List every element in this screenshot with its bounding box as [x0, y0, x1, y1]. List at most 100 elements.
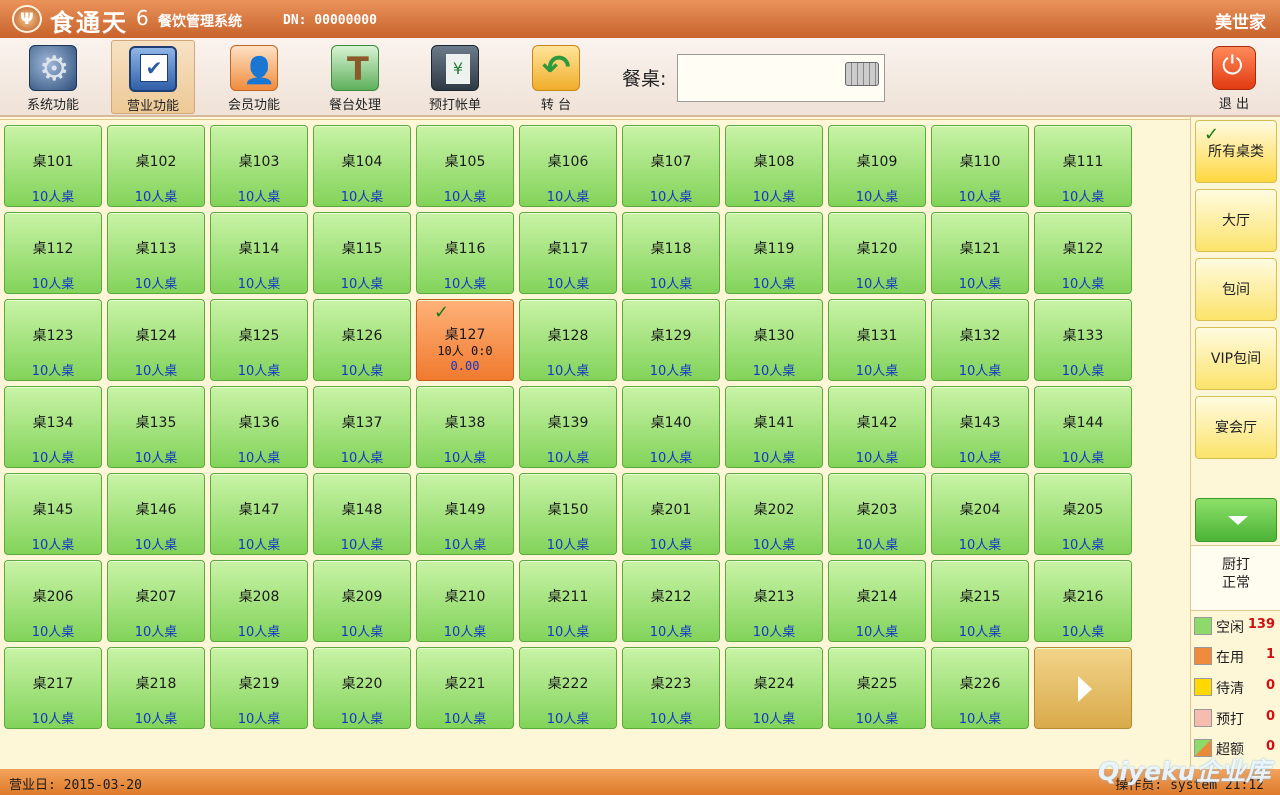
- category-all-tables-button[interactable]: ✓ 所有桌类: [1195, 120, 1277, 183]
- table-tile[interactable]: 桌212 10人桌: [622, 560, 720, 642]
- category-banquet-hall-button[interactable]: 宴会厅: [1195, 396, 1277, 459]
- table-tile[interactable]: 桌105 10人桌: [416, 125, 514, 207]
- table-tile[interactable]: 桌218 10人桌: [107, 647, 205, 729]
- table-tile[interactable]: 桌216 10人桌: [1034, 560, 1132, 642]
- table-tile[interactable]: 桌220 10人桌: [313, 647, 411, 729]
- table-handling-button[interactable]: 餐台处理: [313, 40, 397, 114]
- table-tile[interactable]: 桌122 10人桌: [1034, 212, 1132, 294]
- table-tile[interactable]: 桌125 10人桌: [210, 299, 308, 381]
- business-functions-button[interactable]: 营业功能: [111, 40, 195, 114]
- legend-free: 空闲 139: [1194, 616, 1280, 638]
- table-tile[interactable]: 桌202 10人桌: [725, 473, 823, 555]
- table-tile[interactable]: 桌134 10人桌: [4, 386, 102, 468]
- table-tile[interactable]: 桌224 10人桌: [725, 647, 823, 729]
- pre-print-bill-button[interactable]: 预打帐单: [413, 40, 497, 114]
- table-tile[interactable]: 桌111 10人桌: [1034, 125, 1132, 207]
- table-tile[interactable]: 桌145 10人桌: [4, 473, 102, 555]
- table-tile[interactable]: 桌209 10人桌: [313, 560, 411, 642]
- table-tile[interactable]: 桌203 10人桌: [828, 473, 926, 555]
- scroll-down-button[interactable]: [1195, 498, 1277, 542]
- table-tile[interactable]: 桌150 10人桌: [519, 473, 617, 555]
- table-tile[interactable]: 桌135 10人桌: [107, 386, 205, 468]
- member-functions-button[interactable]: 会员功能: [212, 40, 296, 114]
- table-tile[interactable]: 桌126 10人桌: [313, 299, 411, 381]
- table-tile[interactable]: 桌104 10人桌: [313, 125, 411, 207]
- table-tile[interactable]: 桌101 10人桌: [4, 125, 102, 207]
- table-tile[interactable]: 桌130 10人桌: [725, 299, 823, 381]
- table-name: 桌150: [547, 502, 589, 518]
- table-tile[interactable]: 桌119 10人桌: [725, 212, 823, 294]
- table-tile[interactable]: 桌113 10人桌: [107, 212, 205, 294]
- table-tile[interactable]: 桌223 10人桌: [622, 647, 720, 729]
- table-tile[interactable]: 桌132 10人桌: [931, 299, 1029, 381]
- table-tile[interactable]: 桌124 10人桌: [107, 299, 205, 381]
- table-tile[interactable]: 桌222 10人桌: [519, 647, 617, 729]
- category-private-room-button[interactable]: 包间: [1195, 258, 1277, 321]
- table-tile[interactable]: 桌139 10人桌: [519, 386, 617, 468]
- table-tile[interactable]: 桌110 10人桌: [931, 125, 1029, 207]
- table-tile[interactable]: 桌208 10人桌: [210, 560, 308, 642]
- table-name: 桌115: [341, 241, 383, 257]
- table-tile[interactable]: 桌114 10人桌: [210, 212, 308, 294]
- bill-icon: [431, 45, 479, 91]
- table-tile[interactable]: 桌217 10人桌: [4, 647, 102, 729]
- table-tile[interactable]: 桌108 10人桌: [725, 125, 823, 207]
- table-tile[interactable]: 桌120 10人桌: [828, 212, 926, 294]
- table-tile[interactable]: 桌103 10人桌: [210, 125, 308, 207]
- table-tile[interactable]: 桌107 10人桌: [622, 125, 720, 207]
- table-tile[interactable]: 桌116 10人桌: [416, 212, 514, 294]
- table-tile[interactable]: 桌138 10人桌: [416, 386, 514, 468]
- table-tile[interactable]: 桌211 10人桌: [519, 560, 617, 642]
- transfer-table-button[interactable]: 转 台: [514, 40, 598, 114]
- table-tile[interactable]: 桌215 10人桌: [931, 560, 1029, 642]
- table-tile[interactable]: 桌225 10人桌: [828, 647, 926, 729]
- table-tile[interactable]: 桌143 10人桌: [931, 386, 1029, 468]
- table-name: 桌217: [32, 676, 74, 692]
- business-date: 营业日: 2015-03-20: [9, 778, 142, 793]
- table-tile[interactable]: 桌117 10人桌: [519, 212, 617, 294]
- table-tile[interactable]: 桌109 10人桌: [828, 125, 926, 207]
- table-tile[interactable]: 桌210 10人桌: [416, 560, 514, 642]
- table-tile[interactable]: 桌102 10人桌: [107, 125, 205, 207]
- table-tile[interactable]: 桌142 10人桌: [828, 386, 926, 468]
- table-tile[interactable]: 桌140 10人桌: [622, 386, 720, 468]
- table-tile[interactable]: 桌129 10人桌: [622, 299, 720, 381]
- table-name: 桌142: [856, 415, 898, 431]
- table-tile[interactable]: 桌149 10人桌: [416, 473, 514, 555]
- table-tile[interactable]: 桌207 10人桌: [107, 560, 205, 642]
- table-tile[interactable]: 桌206 10人桌: [4, 560, 102, 642]
- table-tile[interactable]: 桌219 10人桌: [210, 647, 308, 729]
- table-tile[interactable]: 桌204 10人桌: [931, 473, 1029, 555]
- table-tile[interactable]: 桌146 10人桌: [107, 473, 205, 555]
- table-tile[interactable]: 桌141 10人桌: [725, 386, 823, 468]
- keyboard-icon[interactable]: [845, 62, 879, 86]
- table-tile[interactable]: 桌131 10人桌: [828, 299, 926, 381]
- table-tile[interactable]: 桌213 10人桌: [725, 560, 823, 642]
- category-vip-room-button[interactable]: VIP包间: [1195, 327, 1277, 390]
- table-name: 桌210: [444, 589, 486, 605]
- system-functions-button[interactable]: 系统功能: [11, 40, 95, 114]
- table-tile[interactable]: 桌133 10人桌: [1034, 299, 1132, 381]
- table-tile[interactable]: 桌144 10人桌: [1034, 386, 1132, 468]
- table-tile[interactable]: 桌123 10人桌: [4, 299, 102, 381]
- table-tile[interactable]: 桌115 10人桌: [313, 212, 411, 294]
- table-tile[interactable]: 桌106 10人桌: [519, 125, 617, 207]
- table-tile[interactable]: 桌221 10人桌: [416, 647, 514, 729]
- table-tile[interactable]: 桌148 10人桌: [313, 473, 411, 555]
- table-tile[interactable]: 桌136 10人桌: [210, 386, 308, 468]
- table-capacity: 10人桌: [134, 190, 178, 205]
- table-tile[interactable]: 桌118 10人桌: [622, 212, 720, 294]
- table-tile[interactable]: ✓ 桌127 10人 0:0 0.00: [416, 299, 514, 381]
- table-tile[interactable]: 桌121 10人桌: [931, 212, 1029, 294]
- table-tile[interactable]: 桌128 10人桌: [519, 299, 617, 381]
- next-page-button[interactable]: [1034, 647, 1132, 729]
- table-tile[interactable]: 桌137 10人桌: [313, 386, 411, 468]
- table-tile[interactable]: 桌205 10人桌: [1034, 473, 1132, 555]
- table-name: 桌144: [1062, 415, 1104, 431]
- category-hall-button[interactable]: 大厅: [1195, 189, 1277, 252]
- table-tile[interactable]: 桌214 10人桌: [828, 560, 926, 642]
- table-tile[interactable]: 桌112 10人桌: [4, 212, 102, 294]
- table-tile[interactable]: 桌147 10人桌: [210, 473, 308, 555]
- table-tile[interactable]: 桌201 10人桌: [622, 473, 720, 555]
- table-tile[interactable]: 桌226 10人桌: [931, 647, 1029, 729]
